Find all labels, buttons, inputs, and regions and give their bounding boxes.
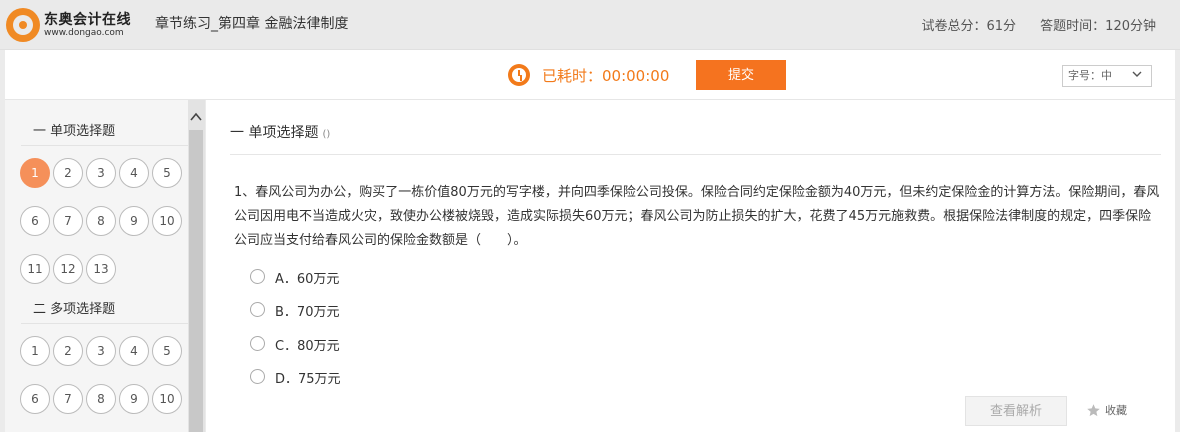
radio-button[interactable]	[250, 302, 265, 317]
scrollbar-thumb[interactable]	[189, 130, 203, 432]
option-label: D．75万元	[275, 372, 341, 387]
question-number-button[interactable]: 8	[86, 206, 116, 236]
question-number-button[interactable]: 13	[86, 254, 116, 284]
logo-mark-icon	[6, 8, 40, 42]
question-number-button[interactable]: 6	[20, 206, 50, 236]
question-number-button[interactable]: 2	[53, 336, 83, 366]
option-label: B．70万元	[275, 305, 340, 320]
sidebar-scrollbar[interactable]	[188, 100, 204, 432]
nav-section-single-choice: 一 单项选择题	[21, 118, 189, 146]
question-number-button[interactable]: 11	[20, 254, 50, 284]
exam-meta: 试卷总分：61分 答题时间：120分钟	[901, 15, 1156, 34]
question-number-button[interactable]: 10	[152, 384, 182, 414]
clock-icon	[508, 64, 530, 86]
elapsed-timer: 已耗时：00:00:00	[542, 67, 670, 85]
logo-name: 东奥会计在线	[44, 12, 131, 28]
question-number-button[interactable]: 5	[152, 336, 182, 366]
question-number-button[interactable]: 5	[152, 158, 182, 188]
top-header: 东奥会计在线 www.dongao.com 章节练习_第四章 金融法律制度 试卷…	[0, 0, 1180, 50]
question-number-button[interactable]: 3	[86, 336, 116, 366]
favorite-button[interactable]: 收藏	[1086, 402, 1127, 418]
question-number-button[interactable]: 12	[53, 254, 83, 284]
question-number-button[interactable]: 7	[53, 384, 83, 414]
question-navigator: 一 单项选择题 1 2 3 4 5 6 7 8 9 10 11 12 13 二 多项选择题 123456…	[5, 100, 205, 432]
divider	[230, 154, 1161, 155]
star-icon	[1087, 403, 1100, 416]
paper-title: 章节练习_第四章 金融法律制度	[155, 16, 349, 32]
section-title: 一 单项选择题	[230, 125, 319, 141]
question-number-button[interactable]: 8	[86, 384, 116, 414]
question-number-button[interactable]: 1	[20, 158, 50, 188]
section-heading: 一 单项选择题()	[230, 122, 330, 142]
nav-section-multiple-choice: 二 多项选择题	[21, 296, 189, 324]
logo-url: www.dongao.com	[44, 28, 124, 38]
question-number-button[interactable]: 4	[119, 336, 149, 366]
radio-button[interactable]	[250, 369, 265, 384]
question-number-button[interactable]: 4	[119, 158, 149, 188]
favorite-label: 收藏	[1105, 404, 1127, 417]
question-panel: 一 单项选择题() 1、春风公司为办公，购买了一栋价值80万元的写字楼，并向四季…	[206, 100, 1175, 432]
question-number-button[interactable]: 2	[53, 158, 83, 188]
font-size-select[interactable]: 字号：中	[1062, 65, 1152, 87]
view-analysis-button[interactable]: 查看解析	[965, 396, 1067, 426]
question-number-button[interactable]: 7	[53, 206, 83, 236]
scroll-up-icon[interactable]	[188, 108, 204, 126]
question-number-button[interactable]: 9	[119, 206, 149, 236]
total-score: 试卷总分：61分	[921, 19, 1017, 34]
option-label: A．60万元	[275, 272, 340, 287]
toolbar: 已耗时：00:00:00 提交 字号：中	[5, 50, 1175, 100]
question-number-button[interactable]: 6	[20, 384, 50, 414]
submit-button[interactable]: 提交	[696, 60, 786, 90]
radio-button[interactable]	[250, 336, 265, 351]
option-label: C．80万元	[275, 339, 340, 354]
question-number-button[interactable]: 1	[20, 336, 50, 366]
answer-time: 答题时间：120分钟	[1040, 19, 1156, 34]
question-number-button[interactable]: 10	[152, 206, 182, 236]
logo[interactable]: 东奥会计在线 www.dongao.com	[6, 6, 141, 42]
font-size-value: 字号：中	[1068, 69, 1112, 82]
question-number-button[interactable]: 3	[86, 158, 116, 188]
radio-button[interactable]	[250, 269, 265, 284]
question-stem: 1、春风公司为办公，购买了一栋价值80万元的写字楼，并向四季保险公司投保。保险合…	[234, 185, 1160, 248]
section-note: ()	[322, 129, 331, 140]
chevron-down-icon	[1132, 71, 1142, 77]
question-number-button[interactable]: 9	[119, 384, 149, 414]
